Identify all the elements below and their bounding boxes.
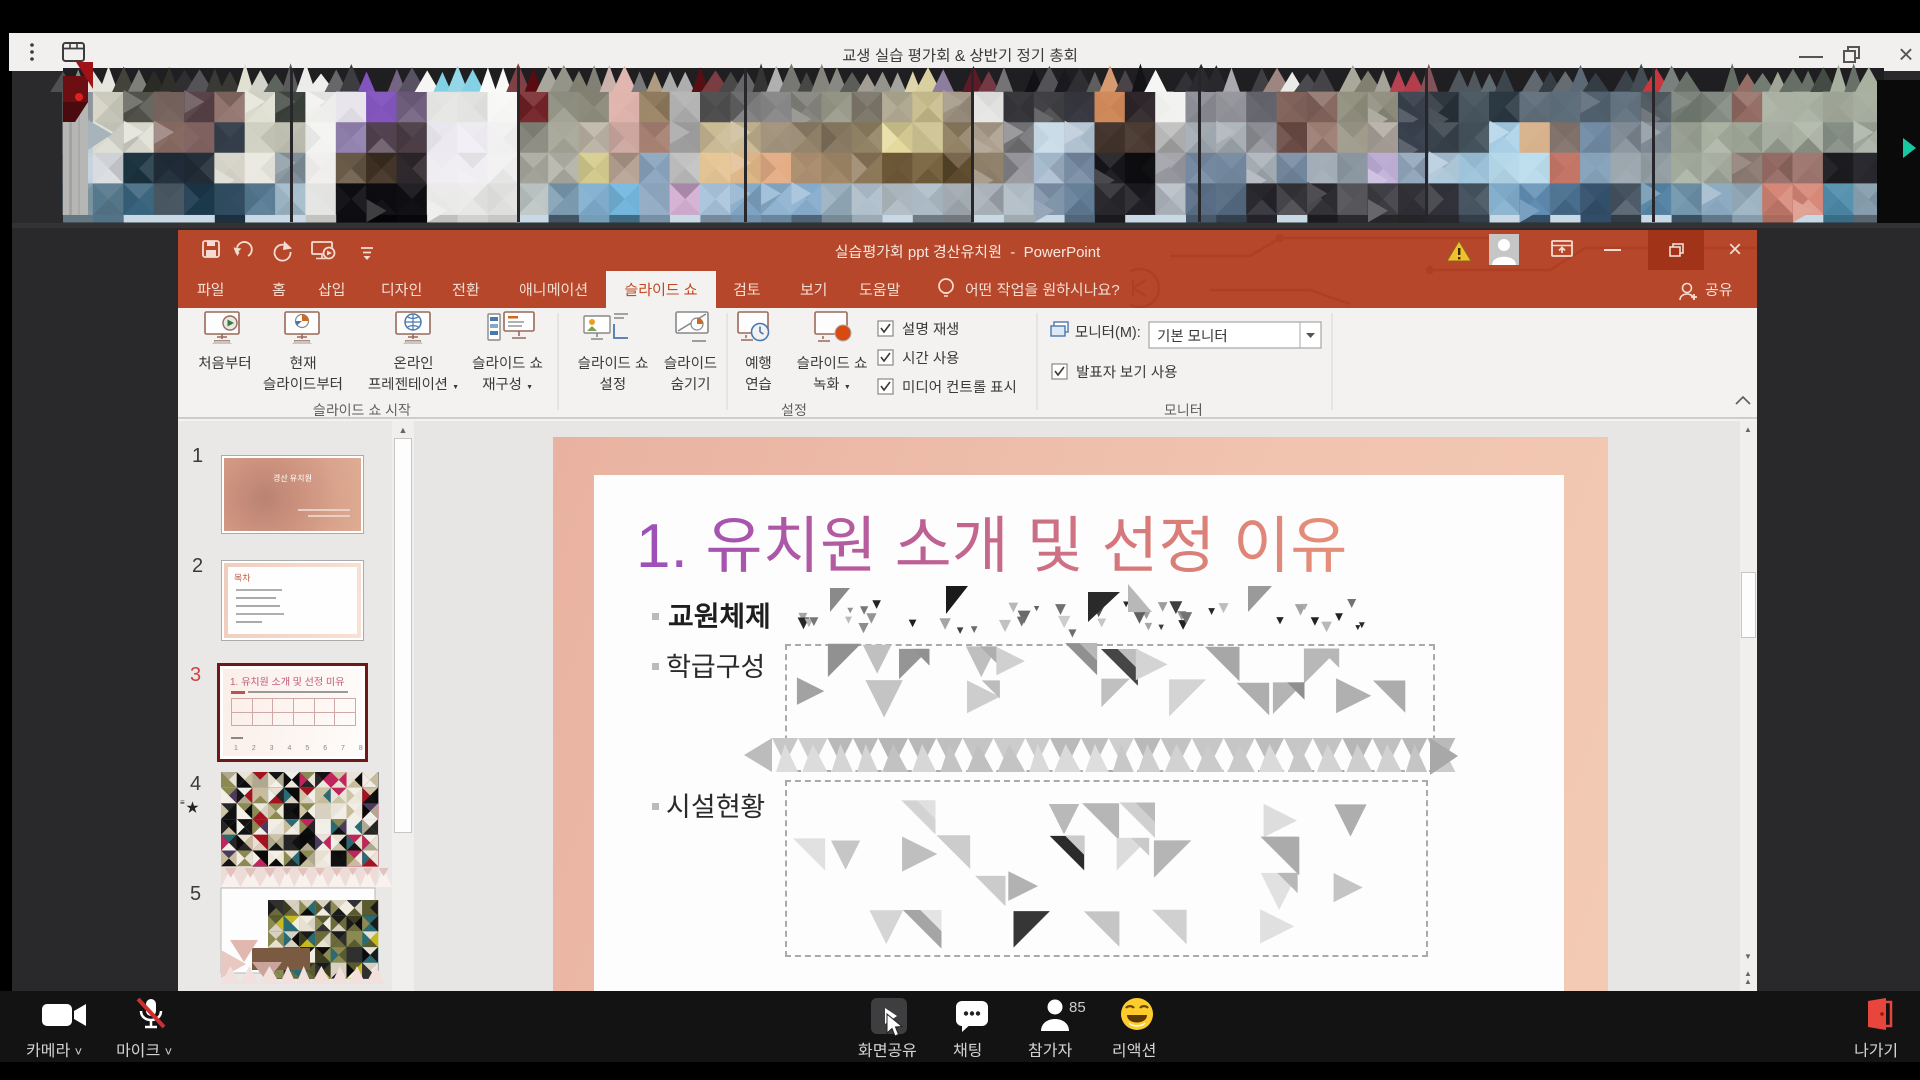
svg-text:시간 사용: 시간 사용 bbox=[902, 350, 959, 367]
svg-text:설명 재생: 설명 재생 bbox=[902, 321, 959, 338]
svg-text:발표자 보기 사용: 발표자 보기 사용 bbox=[1076, 364, 1177, 381]
svg-text:미디어 컨트롤 표시: 미디어 컨트롤 표시 bbox=[902, 379, 1017, 396]
svg-text:모니터(M):: 모니터(M): bbox=[1075, 325, 1141, 341]
svg-text:기본 모니터: 기본 모니터 bbox=[1157, 329, 1228, 345]
